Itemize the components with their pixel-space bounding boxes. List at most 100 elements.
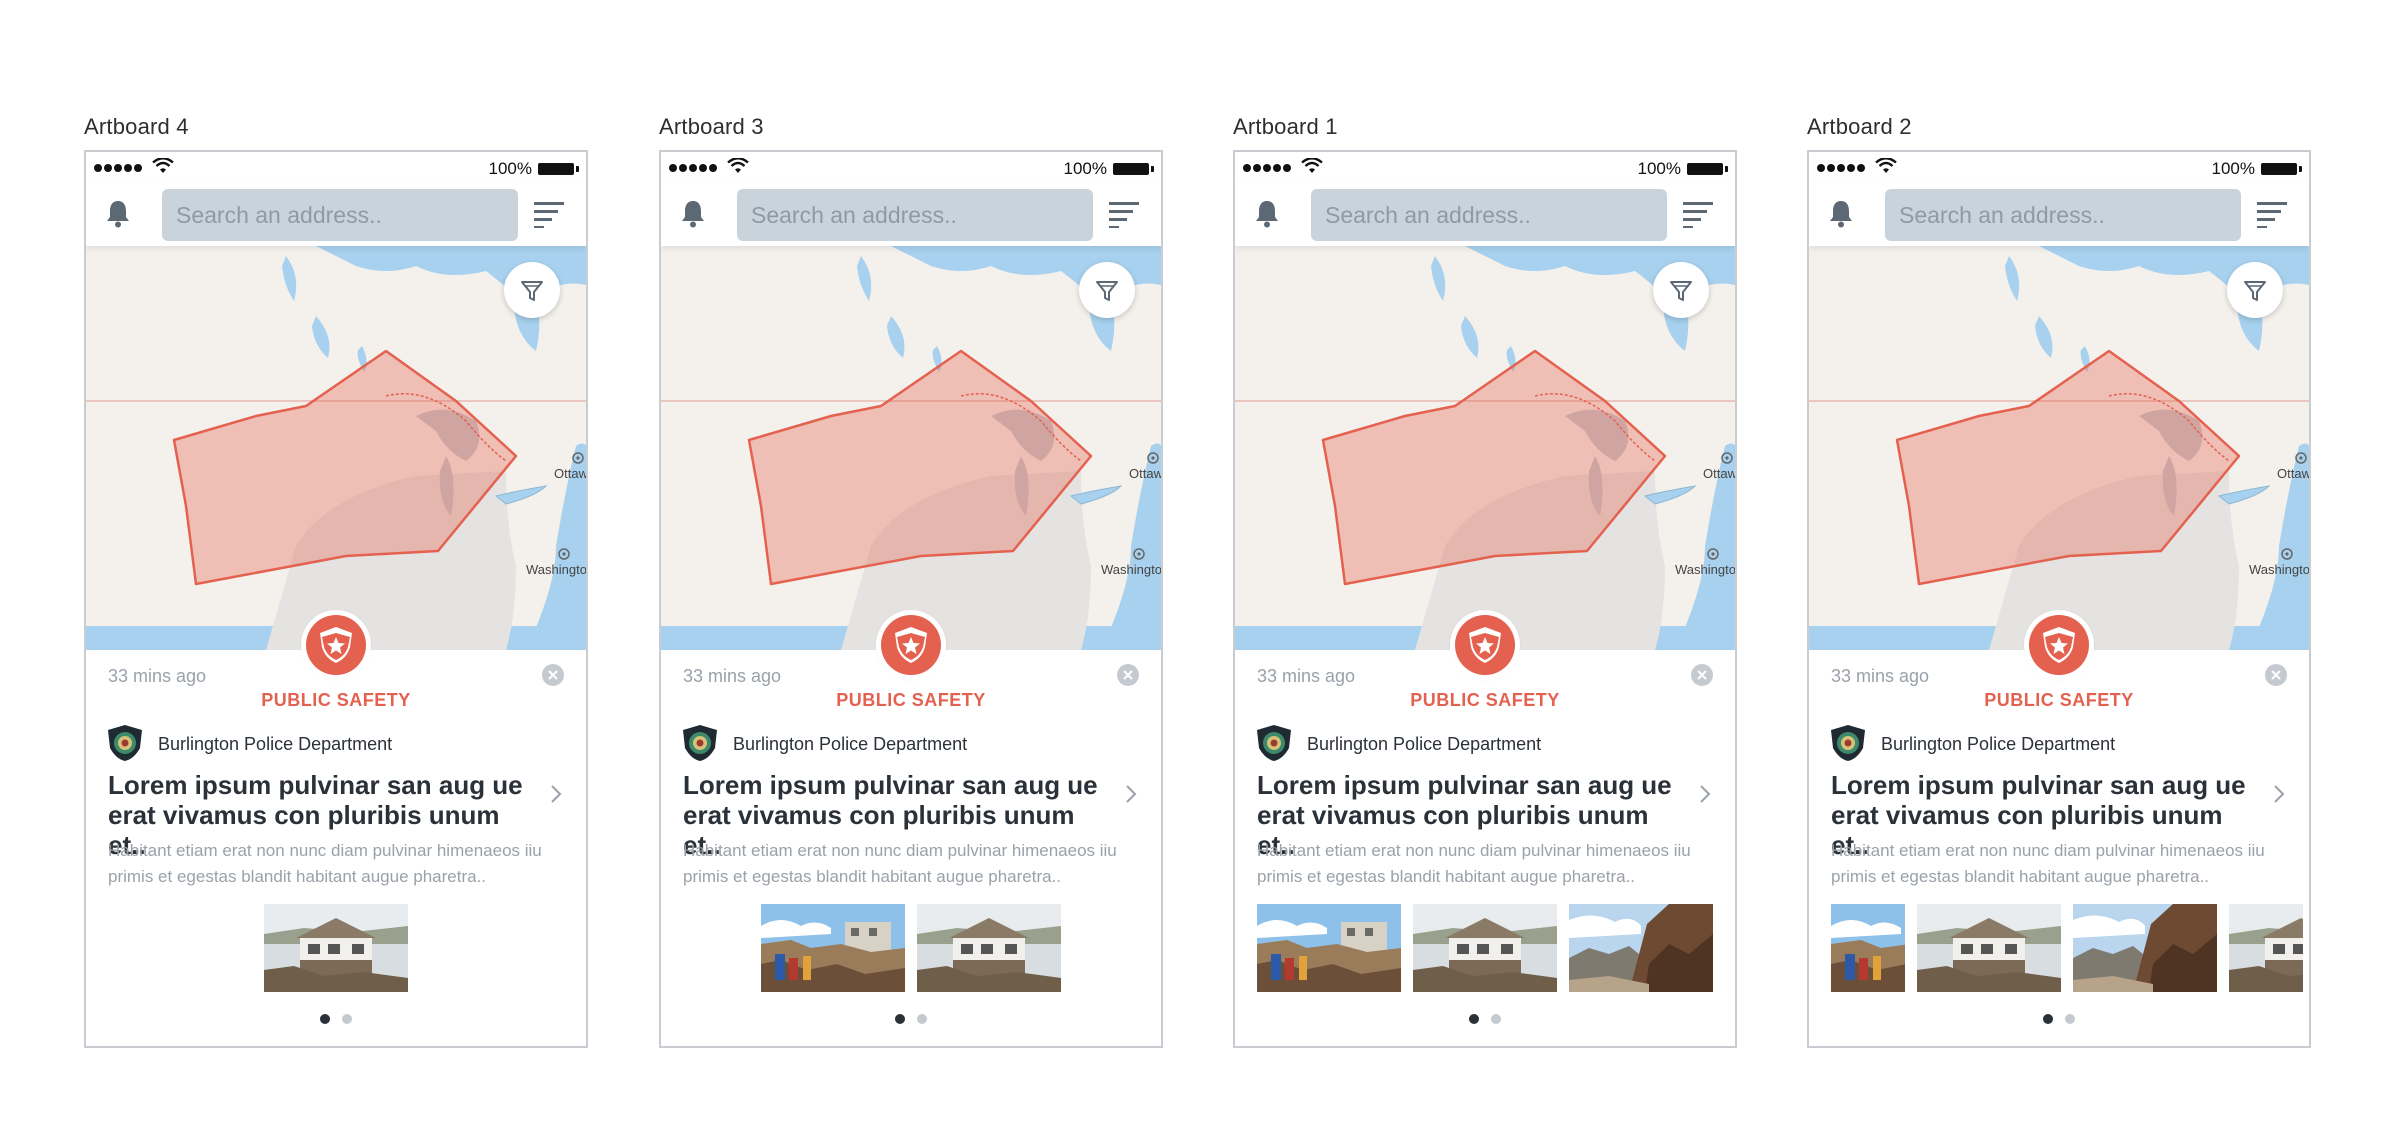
search-bar (1809, 182, 2309, 246)
bell-icon[interactable] (1253, 198, 1281, 228)
status-bar: 100% (86, 152, 586, 182)
search-input[interactable] (737, 189, 1093, 241)
bell-icon[interactable] (1827, 198, 1855, 228)
chevron-right-icon[interactable] (550, 784, 562, 804)
close-button[interactable] (1117, 664, 1139, 686)
photo-gallery[interactable] (661, 904, 1161, 992)
close-button[interactable] (542, 664, 564, 686)
page-dot[interactable] (342, 1014, 352, 1024)
signal-icon (1817, 164, 1865, 172)
close-icon (548, 670, 558, 680)
chevron-right-icon[interactable] (1699, 784, 1711, 804)
shield-star-icon (895, 627, 927, 663)
artboard-1: Artboard 4 100% Search an address.. Otta… (84, 0, 588, 1146)
menu-icon[interactable] (2257, 200, 2287, 228)
wifi-icon (727, 158, 749, 173)
category-badge (2024, 610, 2094, 680)
gallery-photo-cliff[interactable] (1569, 904, 1713, 992)
filter-button[interactable] (1079, 262, 1135, 318)
alert-body: Habitant etiam erat non nunc diam pulvin… (1831, 841, 2265, 886)
shield-star-icon (320, 627, 352, 663)
battery-icon (1687, 163, 1728, 175)
artboard-3: Artboard 1 100% Search an address.. Otta… (1233, 0, 1737, 1146)
alert-category: PUBLIC SAFETY (1410, 690, 1560, 710)
gallery-photo-house[interactable] (2229, 904, 2303, 992)
gallery-photo-house[interactable] (264, 904, 408, 992)
gallery-photo-house[interactable] (1413, 904, 1557, 992)
search-input[interactable] (162, 189, 518, 241)
alert-time: 33 mins ago (1831, 666, 1930, 686)
search-bar (1235, 182, 1735, 246)
page-indicator (1235, 1014, 1735, 1024)
menu-icon[interactable] (1683, 200, 1713, 228)
close-icon (1123, 670, 1133, 680)
alert-card[interactable]: 33 mins ago PUBLIC SAFETY Burlington Pol… (86, 650, 586, 1046)
search-bar (661, 182, 1161, 246)
filter-icon (521, 281, 543, 301)
alert-card[interactable]: 33 mins ago PUBLIC SAFETY Burlington Pol… (1809, 650, 2309, 1046)
phone-frame: 100% Search an address.. Ottaw Washingto… (1233, 150, 1737, 1048)
category-badge (876, 610, 946, 680)
battery-icon (538, 163, 579, 175)
police-badge-logo (1831, 725, 1865, 761)
search-input[interactable] (1885, 189, 2241, 241)
gallery-photo-cliff[interactable] (2073, 904, 2217, 992)
page-indicator (1809, 1014, 2309, 1024)
map-label-ottawa: Ottawa (2277, 466, 2309, 481)
status-bar: 100% (1235, 152, 1735, 182)
menu-icon[interactable] (534, 200, 564, 228)
bell-icon[interactable] (104, 198, 132, 228)
close-icon (2271, 670, 2281, 680)
wifi-icon (1301, 158, 1323, 173)
gallery-photo-rubble[interactable] (1831, 904, 1905, 992)
close-button[interactable] (1691, 664, 1713, 686)
category-badge (1450, 610, 1520, 680)
shield-star-icon (1469, 627, 1501, 663)
page-dot[interactable] (1491, 1014, 1501, 1024)
status-bar: 100% (1809, 152, 2309, 182)
battery-icon (2261, 163, 2302, 175)
signal-icon (94, 164, 142, 172)
map-label-ottawa: Ottawa (1129, 466, 1161, 481)
photo-gallery[interactable] (1809, 904, 2309, 992)
page-dot[interactable] (895, 1014, 905, 1024)
page-dot[interactable] (2043, 1014, 2053, 1024)
gallery-photo-house[interactable] (917, 904, 1061, 992)
police-badge-logo (1257, 725, 1291, 761)
chevron-right-icon[interactable] (1125, 784, 1137, 804)
photo-gallery[interactable] (86, 904, 586, 992)
menu-icon[interactable] (1109, 200, 1139, 228)
alert-card[interactable]: 33 mins ago PUBLIC SAFETY Burlington Pol… (1235, 650, 1735, 1046)
department-name: Burlington Police Department (1307, 734, 1542, 754)
page-dot[interactable] (917, 1014, 927, 1024)
photo-gallery[interactable] (1235, 904, 1735, 992)
alert-card[interactable]: 33 mins ago PUBLIC SAFETY Burlington Pol… (661, 650, 1161, 1046)
bell-icon[interactable] (679, 198, 707, 228)
map-label-washington: Washington (1101, 562, 1161, 577)
alert-body: Habitant etiam erat non nunc diam pulvin… (108, 841, 542, 886)
search-input[interactable] (1311, 189, 1667, 241)
category-badge (301, 610, 371, 680)
battery-icon (1113, 163, 1154, 175)
department-name: Burlington Police Department (158, 734, 393, 754)
signal-icon (1243, 164, 1291, 172)
police-badge-logo (108, 725, 142, 761)
gallery-photo-rubble[interactable] (761, 904, 905, 992)
page-dot[interactable] (320, 1014, 330, 1024)
close-icon (1697, 670, 1707, 680)
gallery-photo-house[interactable] (1917, 904, 2061, 992)
alert-time: 33 mins ago (683, 666, 782, 686)
artboard-label: Artboard 1 (1233, 114, 1338, 139)
filter-button[interactable] (504, 262, 560, 318)
filter-button[interactable] (1653, 262, 1709, 318)
close-button[interactable] (2265, 664, 2287, 686)
gallery-photo-rubble[interactable] (1257, 904, 1401, 992)
wifi-icon (152, 158, 174, 173)
map-label-washington: Washington (2249, 562, 2309, 577)
filter-button[interactable] (2227, 262, 2283, 318)
alert-category: PUBLIC SAFETY (836, 690, 986, 710)
shield-star-icon (2043, 627, 2075, 663)
chevron-right-icon[interactable] (2273, 784, 2285, 804)
page-dot[interactable] (2065, 1014, 2075, 1024)
page-dot[interactable] (1469, 1014, 1479, 1024)
